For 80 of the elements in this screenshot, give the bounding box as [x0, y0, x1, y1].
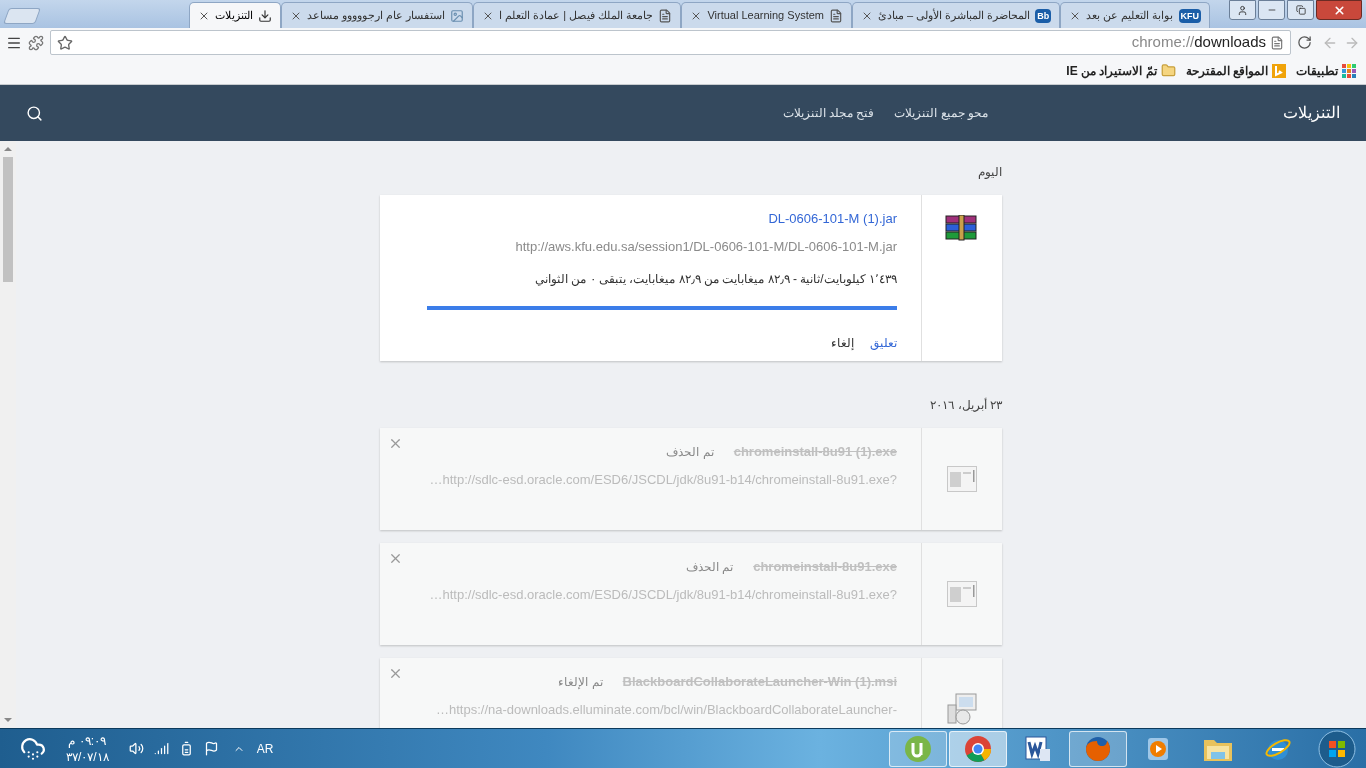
action-link[interactable]: تعليق: [870, 334, 897, 352]
installer-computer-icon: [946, 693, 978, 725]
remove-icon[interactable]: [388, 666, 403, 681]
image-icon: [450, 8, 465, 23]
page-icon: [1270, 35, 1284, 50]
weather-snow-icon[interactable]: [20, 735, 46, 762]
browser-tab[interactable]: جامعة الملك فيصل | عمادة التعلم ا: [473, 2, 682, 28]
tab-title: بوابة التعليم عن بعد: [1086, 8, 1174, 24]
extension-icon[interactable]: [28, 34, 44, 51]
scroll-down-icon[interactable]: [4, 716, 12, 724]
apps-grid-icon: [1342, 63, 1356, 78]
taskbar-app[interactable]: [949, 730, 1007, 767]
download-status: ١٬٤٣٩ كيلوبايت/ثانية - ٨٢٫٩ ميغابايت من ٨٢٫٩ ميغابايت، يتبقى ٠ من الثواني: [533, 271, 897, 288]
folder-icon: [1160, 63, 1176, 78]
header-link[interactable]: فتح مجلد التنزيلات: [782, 104, 875, 122]
round-browser-icon: [964, 734, 992, 763]
document-w-icon: [1024, 734, 1052, 763]
download-status: تم الحذف: [685, 558, 734, 576]
profile-button[interactable]: [1229, 0, 1256, 20]
browser-tab[interactable]: استفسار عام ارجووووو مساعد: [281, 2, 474, 28]
clock-date: ٣٧/٠٧/١٨: [66, 748, 109, 765]
bookmark-item[interactable]: تمّ الاستيراد من IE: [1066, 61, 1176, 80]
program-window-icon: [947, 466, 977, 492]
page-title: التنزيلات: [1283, 103, 1340, 124]
search-icon[interactable]: [26, 104, 43, 122]
language-indicator[interactable]: AR: [256, 739, 274, 758]
tab-title: استفسار عام ارجووووو مساعد: [307, 8, 446, 24]
site-badge-icon: KFU: [1178, 8, 1201, 23]
source-url: http://aws.kfu.edu.sa/session1/DL-0606-101-M/DL-0606-101-M.jar: [515, 237, 897, 256]
action-link[interactable]: إلغاء: [831, 334, 854, 352]
close-window-button[interactable]: [1316, 0, 1362, 20]
bookmark-item[interactable]: تطبيقات: [1296, 61, 1356, 80]
tab-title: المحاضرة المباشرة الأولى – مبادئ: [878, 7, 1031, 24]
browser-tab[interactable]: التنزيلات: [189, 2, 281, 28]
flag-icon[interactable]: [203, 741, 219, 756]
close-icon: [1332, 3, 1346, 17]
reload-icon[interactable]: [1297, 35, 1312, 50]
site-badge-icon: Bb: [1035, 8, 1052, 23]
start-orb-icon[interactable]: [1318, 729, 1356, 768]
header-link[interactable]: محو جميع التنزيلات: [894, 104, 988, 122]
source-url: …http://sdlc-esd.oracle.com/ESD6/JSCDL/jdk/8u91-b14/chromeinstall-8u91.exe?: [429, 470, 897, 489]
fox-globe-icon: [1084, 734, 1112, 763]
b-logo-icon: [1272, 63, 1286, 78]
page-icon: [658, 8, 673, 23]
remove-icon[interactable]: [388, 551, 403, 566]
archive-stack-icon: [945, 215, 979, 241]
mu-circle-icon: [904, 734, 932, 763]
address-bar[interactable]: chrome://downloads: [50, 30, 1291, 55]
page-icon: [829, 8, 843, 23]
play-icon: [1145, 735, 1171, 762]
program-window-icon: [947, 581, 977, 607]
scroll-thumb[interactable]: [3, 157, 13, 282]
scroll-up-icon[interactable]: [4, 145, 12, 153]
minimize-button[interactable]: [1258, 0, 1285, 20]
volume-icon[interactable]: [128, 741, 144, 756]
bookmark-item[interactable]: المواقع المقترحة: [1185, 61, 1286, 80]
url-text: chrome://downloads: [1131, 32, 1266, 53]
file-name: chromeinstall-8u91.exe: [753, 558, 897, 576]
source-url: …http://sdlc-esd.oracle.com/ESD6/JSCDL/jdk/8u91-b14/chromeinstall-8u91.exe?: [429, 585, 897, 604]
tab-title: Virtual Learning System: [707, 8, 824, 24]
taskbar-app[interactable]: [1069, 730, 1127, 767]
person-icon: [1237, 4, 1248, 16]
download-icon: [258, 8, 272, 23]
download-status: تم الحذف: [666, 443, 714, 461]
date-heading: اليوم: [978, 164, 1002, 181]
file-name: BlackboardCollaborateLauncher-Win (1).msi: [622, 673, 897, 691]
date-heading: ٢٣ أبريل، ٢٠١٦: [930, 397, 1002, 414]
source-url: …https://na-downloads.elluminate.com/bcl/win/BlackboardCollaborateLauncher-: [435, 700, 897, 719]
browser-tab[interactable]: Virtual Learning System: [681, 2, 852, 28]
tab-title: التنزيلات: [215, 8, 253, 24]
bookmark-star-icon[interactable]: [57, 34, 73, 51]
restore-button[interactable]: [1287, 0, 1314, 20]
restore-icon: [1295, 5, 1306, 15]
remove-icon[interactable]: [388, 436, 403, 451]
file-name[interactable]: DL-0606-101-M (1).jar: [768, 209, 897, 229]
clock-time: ٠٩:٠٩ م: [68, 732, 107, 749]
file-name: chromeinstall-8u91 (1).exe: [733, 443, 897, 461]
signal-icon[interactable]: [153, 741, 169, 756]
tab-title: جامعة الملك فيصل | عمادة التعلم ا: [499, 8, 654, 24]
download-status: تم الإلغاء: [558, 673, 603, 691]
